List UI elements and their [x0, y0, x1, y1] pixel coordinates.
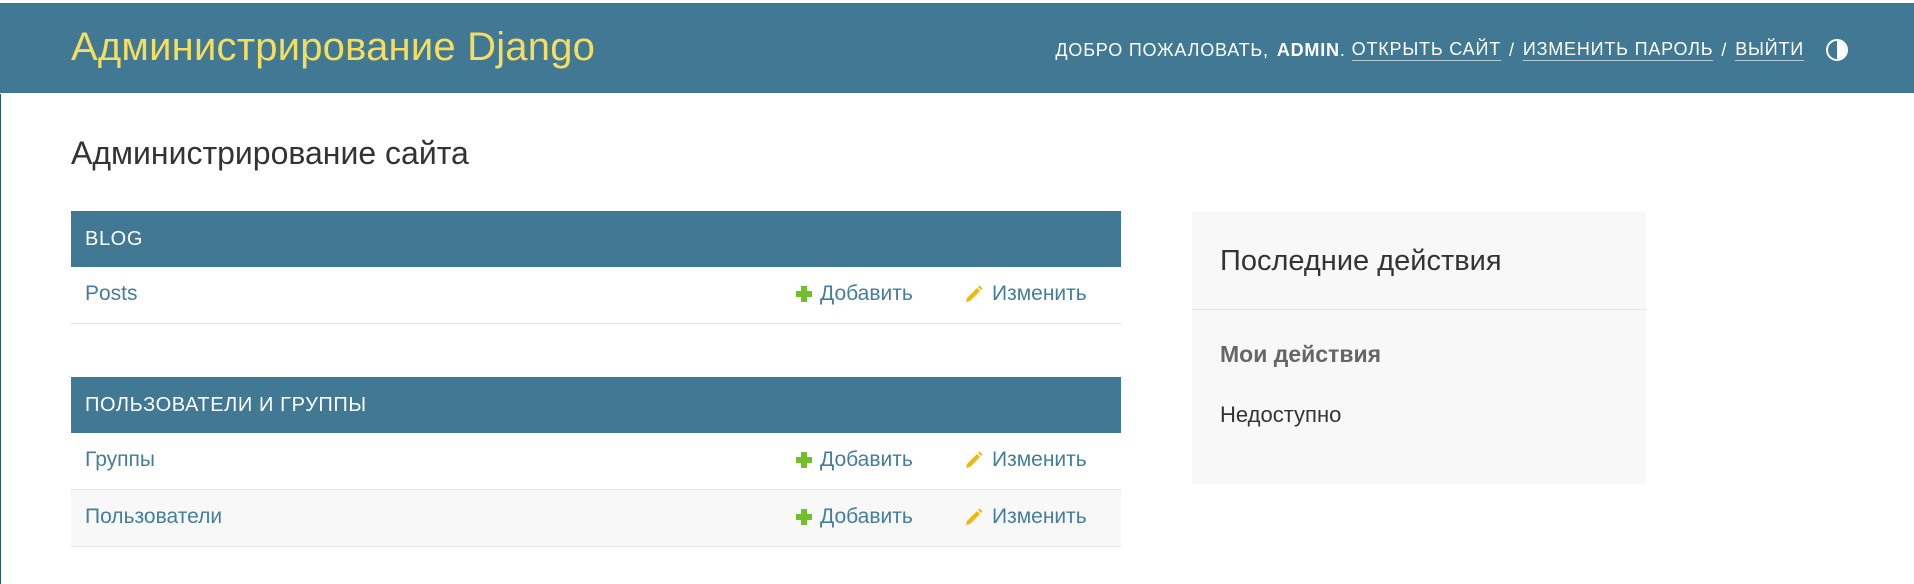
- app-caption-blog[interactable]: Blog: [71, 211, 1121, 267]
- model-link-users[interactable]: Пользователи: [85, 505, 222, 529]
- plus-icon: [796, 452, 812, 468]
- pencil-icon: [966, 451, 983, 468]
- add-label: Добавить: [820, 448, 913, 471]
- view-site-link[interactable]: Открыть сайт: [1351, 39, 1502, 61]
- add-label: Добавить: [820, 282, 913, 305]
- logout-link[interactable]: Выйти: [1735, 39, 1804, 61]
- header: Администрирование Django Добро пожаловат…: [0, 3, 1914, 93]
- welcome-text: Добро пожаловать,: [1055, 39, 1269, 60]
- add-groups-button[interactable]: Добавить: [796, 448, 913, 472]
- app-module-blog: Blog Posts Добавить Изменить: [71, 211, 1121, 324]
- add-label: Добавить: [820, 505, 913, 528]
- add-users-button[interactable]: Добавить: [796, 505, 913, 529]
- separator: /: [1509, 39, 1515, 60]
- page: Администрирование Django Добро пожаловат…: [0, 0, 1914, 584]
- separator: /: [1721, 39, 1728, 60]
- app-module-auth: Пользователи и группы Группы Добавить Из…: [71, 377, 1121, 547]
- username-suffix: .: [1339, 39, 1346, 60]
- page-title: Администрирование сайта: [71, 135, 469, 171]
- user-tools: Добро пожаловать, admin . Открыть сайт /…: [1055, 39, 1848, 61]
- change-label: Изменить: [992, 282, 1087, 305]
- table-row: Группы Добавить Изменить: [71, 433, 1121, 490]
- theme-toggle-icon[interactable]: [1826, 39, 1848, 61]
- username: admin: [1276, 39, 1340, 60]
- change-password-link[interactable]: Изменить пароль: [1522, 39, 1714, 61]
- pencil-icon: [966, 285, 983, 302]
- change-label: Изменить: [992, 505, 1087, 528]
- plus-icon: [796, 509, 812, 525]
- recent-actions-panel: Последние действия Мои действия Недоступ…: [1192, 211, 1646, 484]
- recent-actions-title: Последние действия: [1220, 245, 1502, 277]
- no-actions-text: Недоступно: [1220, 402, 1342, 427]
- app-caption-auth[interactable]: Пользователи и группы: [71, 377, 1121, 433]
- divider: [1192, 309, 1646, 310]
- table-row: Пользователи Добавить Изменить: [71, 490, 1121, 547]
- my-actions-heading: Мои действия: [1220, 341, 1382, 367]
- change-groups-button[interactable]: Изменить: [964, 448, 1087, 472]
- left-edge: [0, 94, 1, 584]
- change-posts-button[interactable]: Изменить: [964, 282, 1087, 306]
- change-users-button[interactable]: Изменить: [964, 505, 1087, 529]
- model-link-posts[interactable]: Posts: [85, 282, 138, 306]
- plus-icon: [796, 286, 812, 302]
- table-row: Posts Добавить Изменить: [71, 267, 1121, 324]
- model-link-groups[interactable]: Группы: [85, 448, 155, 472]
- add-posts-button[interactable]: Добавить: [796, 282, 913, 306]
- change-label: Изменить: [992, 448, 1087, 471]
- pencil-icon: [966, 508, 983, 525]
- site-title[interactable]: Администрирование Django: [71, 25, 595, 70]
